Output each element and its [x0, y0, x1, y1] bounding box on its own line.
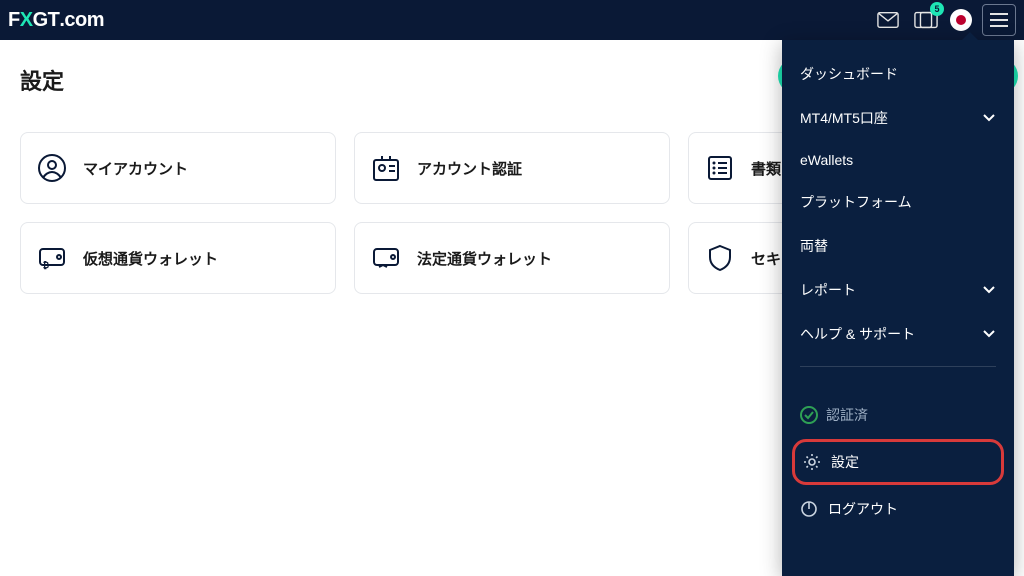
- card-label: 法定通貨ウォレット: [417, 248, 552, 269]
- menu-item-logout[interactable]: ログアウト: [782, 489, 1014, 529]
- card-label: アカウント認証: [417, 158, 522, 179]
- logo-suffix: GT: [33, 9, 60, 32]
- menu-item-platform[interactable]: プラットフォーム: [782, 180, 1014, 224]
- id-icon: [369, 151, 403, 185]
- card-crypto-wallet[interactable]: ₿ 仮想通貨ウォレット: [20, 222, 336, 294]
- logo-accent: X: [20, 9, 33, 32]
- chevron-down-icon: [982, 326, 996, 342]
- power-icon: [800, 500, 818, 518]
- main-menu-dropdown: ダッシュボード MT4/MT5口座 eWallets プラットフォーム 両替 レ…: [782, 40, 1014, 576]
- app-header: FXGT.com 5: [0, 0, 1024, 40]
- shield-icon: [703, 241, 737, 275]
- menu-divider: [800, 366, 996, 367]
- logo-prefix: F: [8, 9, 20, 32]
- menu-item-label: ダッシュボード: [800, 64, 898, 84]
- card-label: 書類: [751, 158, 781, 179]
- menu-item-report[interactable]: レポート: [782, 268, 1014, 312]
- status-label: 認証済: [826, 405, 868, 425]
- logo-tail: .com: [59, 9, 104, 32]
- inbox-icon[interactable]: 5: [912, 6, 940, 34]
- verification-status: 認証済: [782, 395, 1014, 435]
- menu-item-label: 両替: [800, 236, 828, 256]
- list-icon: [703, 151, 737, 185]
- hamburger-menu-button[interactable]: [982, 4, 1016, 36]
- check-circle-icon: [800, 406, 818, 424]
- fiat-wallet-icon: [369, 241, 403, 275]
- settings-label: 設定: [831, 452, 859, 472]
- menu-item-ewallets[interactable]: eWallets: [782, 140, 1014, 180]
- chevron-down-icon: [982, 110, 996, 126]
- card-label: マイアカウント: [83, 158, 188, 179]
- gear-icon: [803, 453, 821, 471]
- menu-item-exchange[interactable]: 両替: [782, 224, 1014, 268]
- card-account-verification[interactable]: アカウント認証: [354, 132, 670, 204]
- card-fiat-wallet[interactable]: 法定通貨ウォレット: [354, 222, 670, 294]
- card-my-account[interactable]: マイアカウント: [20, 132, 336, 204]
- menu-item-help[interactable]: ヘルプ & サポート: [782, 312, 1014, 356]
- menu-item-label: プラットフォーム: [800, 192, 912, 212]
- notification-badge: 5: [930, 2, 944, 16]
- mail-icon[interactable]: [874, 6, 902, 34]
- menu-item-label: eWallets: [800, 152, 853, 168]
- logout-label: ログアウト: [828, 499, 898, 519]
- locale-flag-jp[interactable]: [950, 9, 972, 31]
- menu-item-dashboard[interactable]: ダッシュボード: [782, 52, 1014, 96]
- menu-item-settings[interactable]: 設定: [792, 439, 1004, 485]
- menu-item-mt-accounts[interactable]: MT4/MT5口座: [782, 96, 1014, 140]
- menu-item-label: ヘルプ & サポート: [800, 324, 915, 344]
- dropdown-arrow: [962, 32, 978, 40]
- chevron-down-icon: [982, 282, 996, 298]
- header-actions: 5: [874, 4, 1016, 36]
- menu-item-label: MT4/MT5口座: [800, 108, 888, 128]
- logo[interactable]: FXGT.com: [8, 9, 104, 32]
- crypto-wallet-icon: ₿: [35, 241, 69, 275]
- menu-item-label: レポート: [800, 280, 856, 300]
- svg-text:₿: ₿: [43, 261, 49, 270]
- user-icon: [35, 151, 69, 185]
- card-label: 仮想通貨ウォレット: [83, 248, 218, 269]
